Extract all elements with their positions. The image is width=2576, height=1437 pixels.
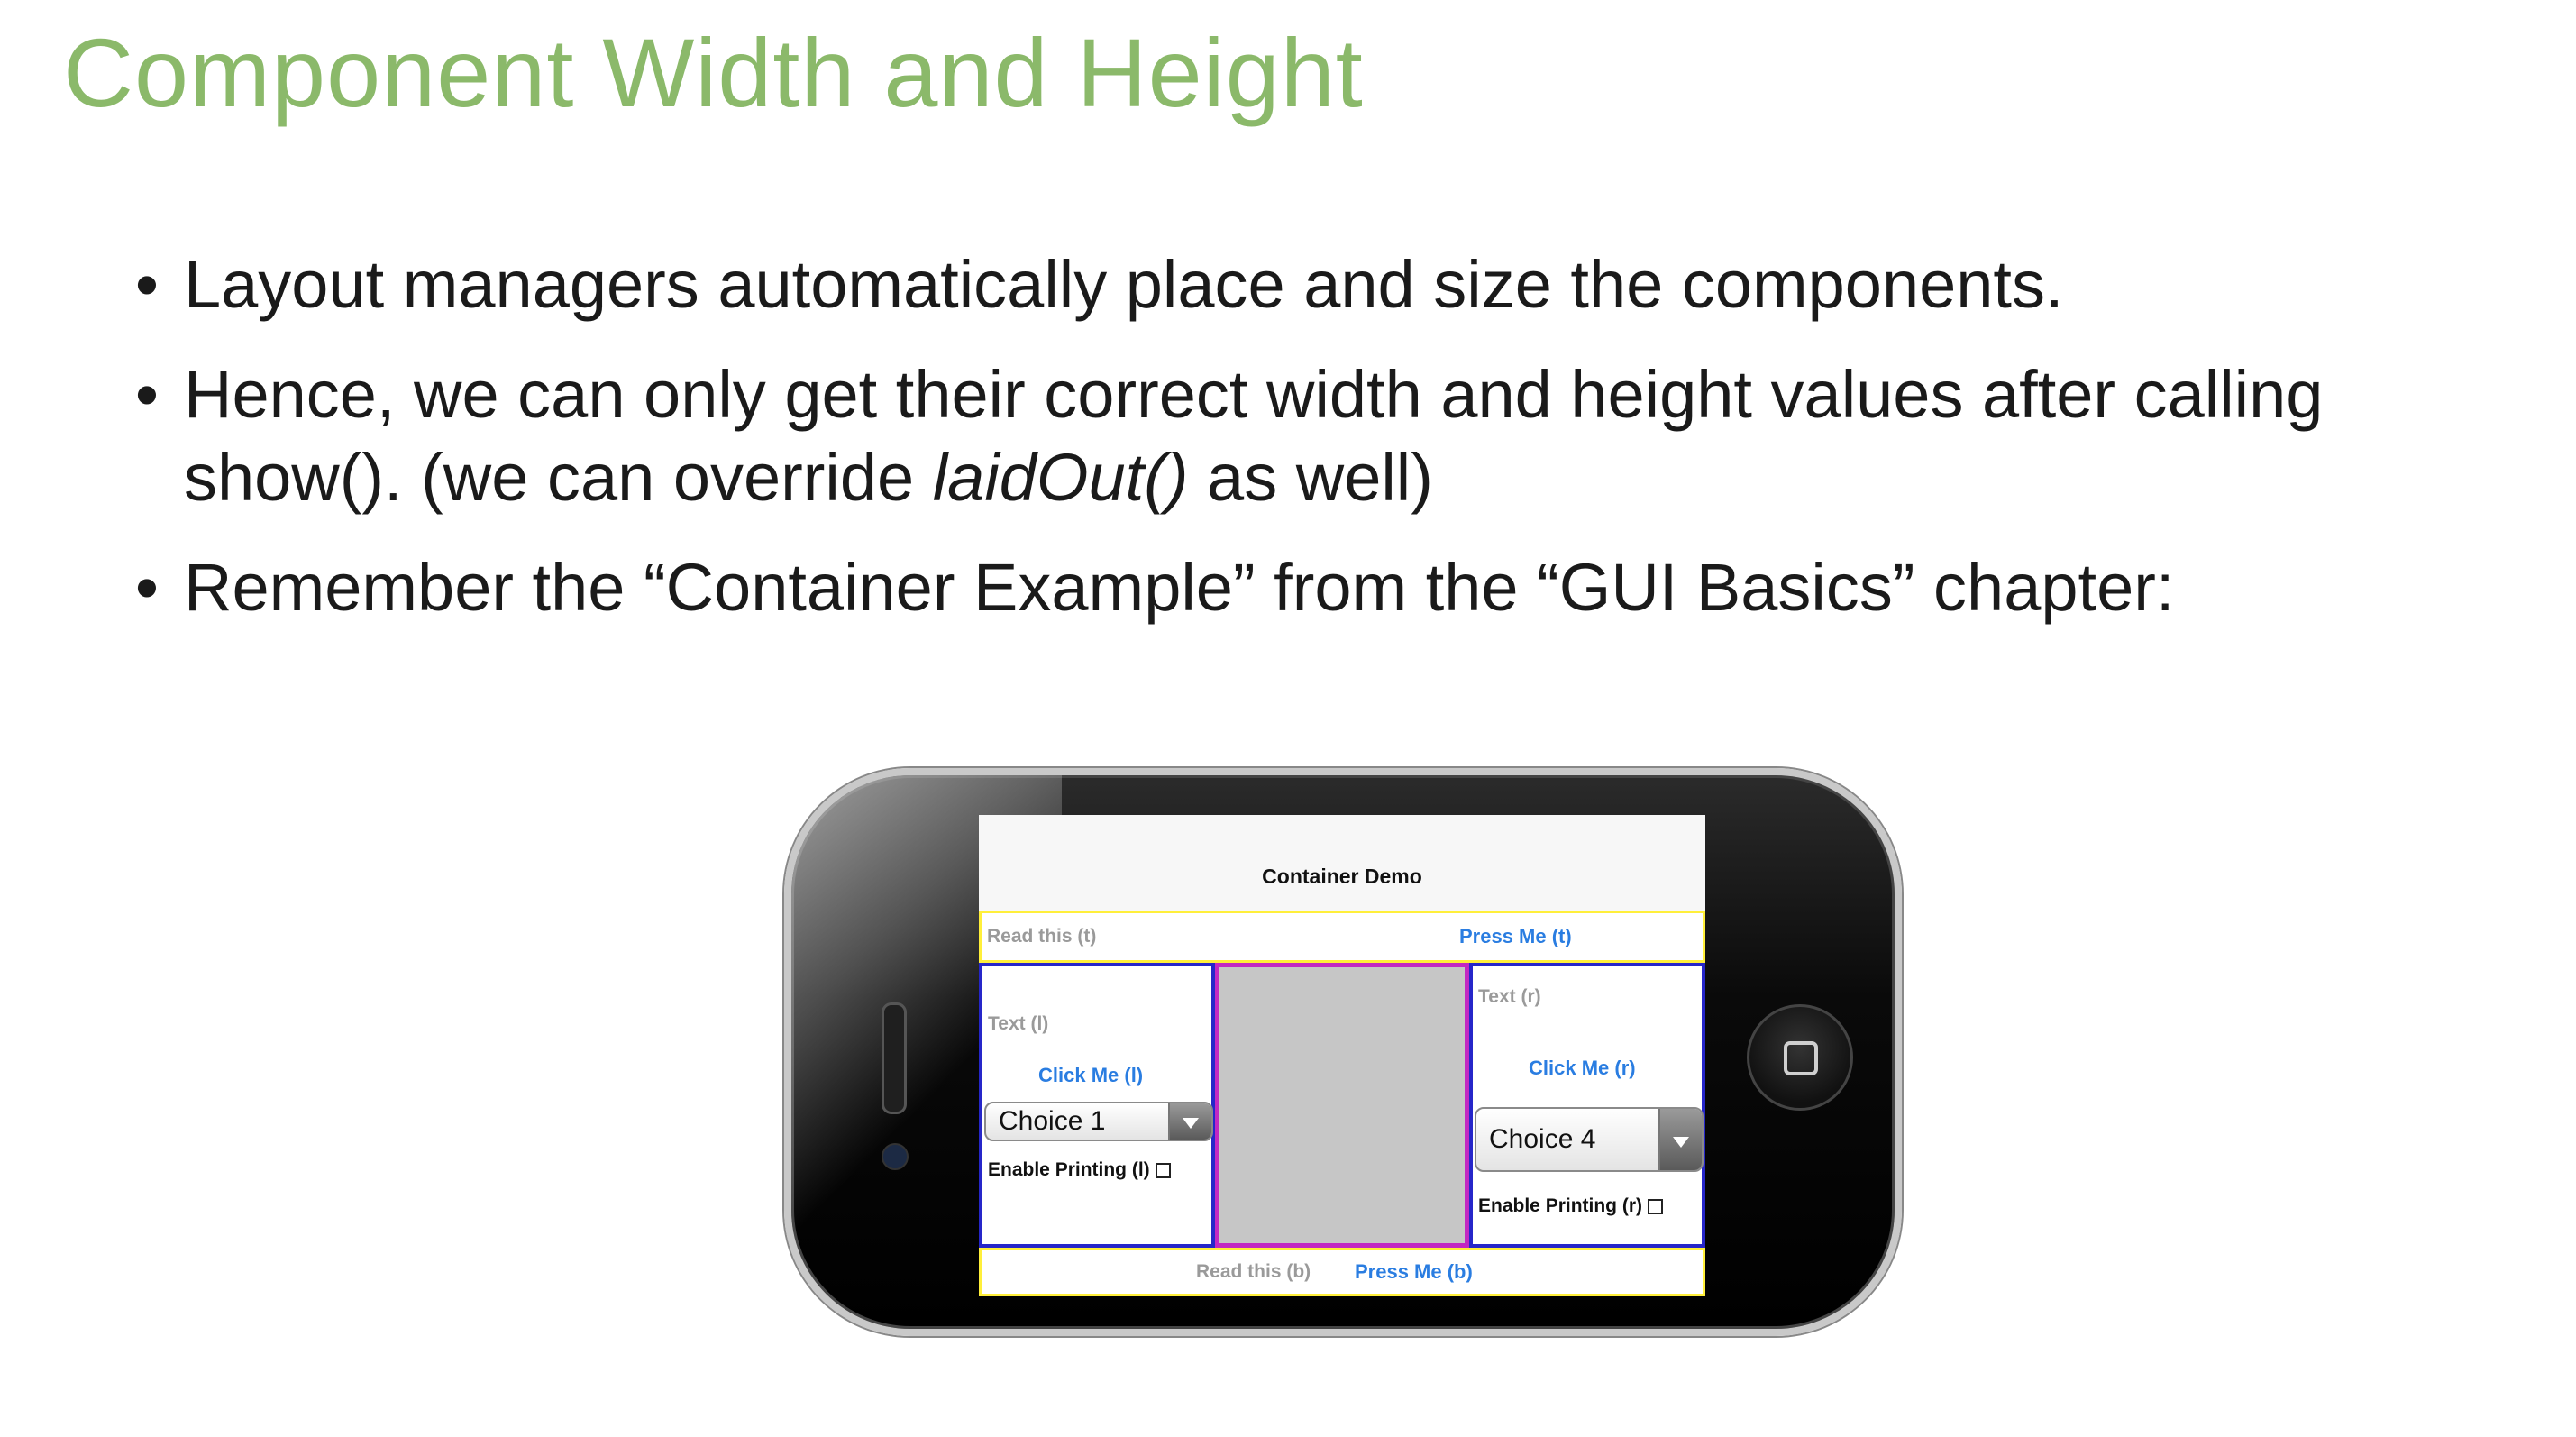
- top-bar: Read this (t) Press Me (t): [979, 911, 1705, 963]
- bullet-dot: •: [135, 550, 159, 625]
- bullet-text-italic: laidOut(): [932, 440, 1189, 515]
- choice-right-dropdown[interactable]: Choice 4: [1475, 1107, 1704, 1172]
- home-square-icon: [1784, 1041, 1818, 1075]
- enable-printing-right[interactable]: Enable Printing (r): [1478, 1195, 1664, 1217]
- enable-printing-left[interactable]: Enable Printing (l): [988, 1159, 1171, 1181]
- press-me-top-button[interactable]: Press Me (t): [1459, 925, 1572, 948]
- checkbox-left[interactable]: [1155, 1162, 1171, 1178]
- phone-speaker: [882, 1002, 907, 1114]
- choice-left-dropdown[interactable]: Choice 1: [984, 1102, 1213, 1141]
- home-button-icon[interactable]: [1747, 1004, 1853, 1111]
- right-text-field[interactable]: Text (r): [1478, 986, 1541, 1008]
- bottom-label: Read this (b): [1196, 1261, 1311, 1282]
- chevron-down-icon: [1168, 1103, 1211, 1140]
- bottom-bar: Read this (b) Press Me (b): [979, 1248, 1705, 1296]
- enable-printing-left-label: Enable Printing (l): [988, 1159, 1150, 1180]
- checkbox-right[interactable]: [1648, 1198, 1664, 1214]
- click-me-right-button[interactable]: Click Me (r): [1529, 1057, 1636, 1080]
- slide-title: Component Width and Height: [63, 18, 1364, 127]
- bullet-item: • Hence, we can only get their correct w…: [135, 353, 2479, 519]
- phone-camera-icon: [882, 1143, 909, 1170]
- left-panel: Text (l) Click Me (l) Choice 1 Enable Pr…: [979, 963, 1215, 1248]
- choice-left-value: Choice 1: [999, 1106, 1106, 1136]
- bullet-item: • Layout managers automatically place an…: [135, 243, 2479, 326]
- screen-title: Container Demo: [979, 815, 1705, 911]
- phone-mockup: Container Demo Read this (t) Press Me (t…: [784, 768, 1902, 1336]
- press-me-bottom-button[interactable]: Press Me (b): [1355, 1260, 1473, 1284]
- left-text-field[interactable]: Text (l): [988, 1013, 1048, 1035]
- bullet-dot: •: [135, 357, 159, 432]
- right-panel: Text (r) Click Me (r) Choice 4 Enable Pr…: [1469, 963, 1705, 1248]
- click-me-left-button[interactable]: Click Me (l): [1038, 1064, 1143, 1087]
- bullet-item: • Remember the “Container Example” from …: [135, 546, 2479, 629]
- bullet-list: • Layout managers automatically place an…: [135, 243, 2479, 656]
- slide: Component Width and Height • Layout mana…: [0, 0, 2576, 1437]
- phone-screen: Container Demo Read this (t) Press Me (t…: [979, 815, 1705, 1296]
- top-label: Read this (t): [987, 926, 1097, 947]
- center-panel: [1215, 963, 1469, 1248]
- bullet-text-end: as well): [1188, 440, 1433, 515]
- bullet-dot: •: [135, 247, 159, 322]
- choice-right-value: Choice 4: [1489, 1124, 1596, 1154]
- chevron-down-icon: [1658, 1109, 1702, 1170]
- bullet-text: Remember the “Container Example” from th…: [184, 550, 2175, 625]
- bullet-text: Layout managers automatically place and …: [184, 247, 2064, 322]
- enable-printing-right-label: Enable Printing (r): [1478, 1195, 1643, 1216]
